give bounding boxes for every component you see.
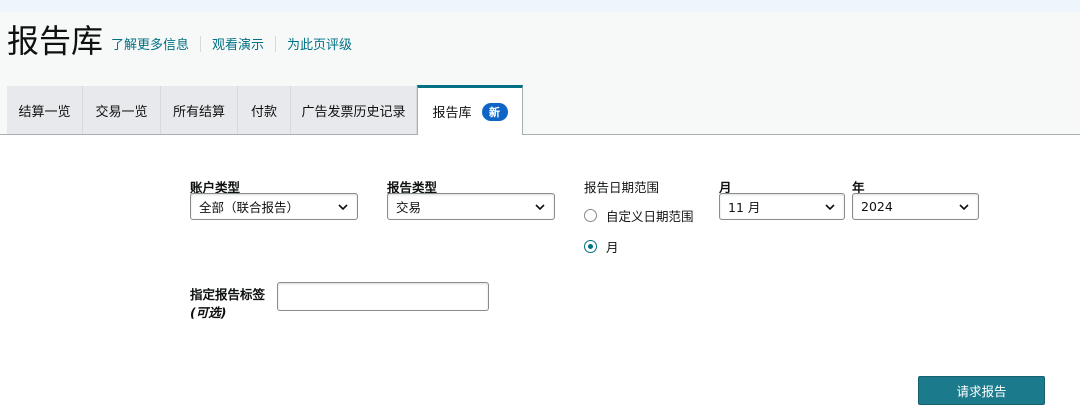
tab-transaction-summary[interactable]: 交易一览	[83, 86, 161, 134]
month-radio-label: 月	[606, 240, 619, 255]
chevron-down-icon	[535, 204, 545, 211]
chevron-down-icon	[338, 204, 348, 211]
page-title: 报告库	[7, 22, 104, 60]
header-links: 了解更多信息 观看演示 为此页评级	[111, 34, 352, 53]
report-tag-label: 指定报告标签	[190, 287, 266, 302]
account-type-select[interactable]: 全部（联合报告）	[190, 193, 358, 220]
tab-report-library[interactable]: 报告库 新	[417, 85, 523, 135]
custom-range-label: 自定义日期范围	[606, 209, 694, 224]
new-badge: 新	[481, 102, 508, 121]
custom-range-radio-option[interactable]: 自定义日期范围	[584, 206, 694, 225]
rate-page-link[interactable]: 为此页评级	[287, 34, 352, 53]
tab-all-settlements[interactable]: 所有结算	[161, 86, 238, 134]
tab-label: 广告发票历史记录	[301, 104, 406, 120]
learn-more-link[interactable]: 了解更多信息	[111, 34, 189, 53]
report-type-value: 交易	[396, 200, 422, 215]
report-type-select[interactable]: 交易	[387, 193, 555, 220]
year-select[interactable]: 2024	[852, 193, 979, 220]
chevron-down-icon	[959, 204, 969, 211]
chevron-down-icon	[825, 204, 835, 211]
request-report-button[interactable]: 请求报告	[918, 376, 1045, 405]
report-tag-input[interactable]	[277, 282, 489, 311]
tab-payments[interactable]: 付款	[238, 86, 291, 134]
tab-bar: 结算一览 交易一览 所有结算 付款 广告发票历史记录 报告库 新	[0, 85, 1080, 135]
report-tag-optional: (可选)	[190, 305, 227, 320]
tab-label: 付款	[250, 104, 277, 120]
tab-settlement-summary[interactable]: 结算一览	[7, 86, 83, 134]
month-select[interactable]: 11 月	[719, 193, 845, 220]
month-value: 11 月	[728, 200, 761, 215]
tab-label: 所有结算	[172, 104, 225, 120]
tab-ad-invoice-history[interactable]: 广告发票历史记录	[291, 86, 417, 134]
link-divider	[200, 35, 202, 52]
watch-demo-link[interactable]: 观看演示	[212, 34, 264, 53]
tab-label: 交易一览	[95, 104, 148, 120]
tab-label: 结算一览	[18, 104, 71, 120]
tabs: 结算一览 交易一览 所有结算 付款 广告发票历史记录 报告库 新	[7, 85, 523, 135]
top-strip	[0, 0, 1080, 12]
date-range-label: 报告日期范围	[584, 180, 660, 195]
year-value: 2024	[861, 199, 893, 214]
link-divider	[275, 35, 277, 52]
month-radio[interactable]	[584, 240, 597, 253]
tab-label: 报告库	[432, 106, 472, 121]
month-radio-option[interactable]: 月	[584, 237, 619, 256]
account-type-value: 全部（联合报告）	[199, 200, 300, 215]
custom-range-radio[interactable]	[584, 209, 597, 222]
